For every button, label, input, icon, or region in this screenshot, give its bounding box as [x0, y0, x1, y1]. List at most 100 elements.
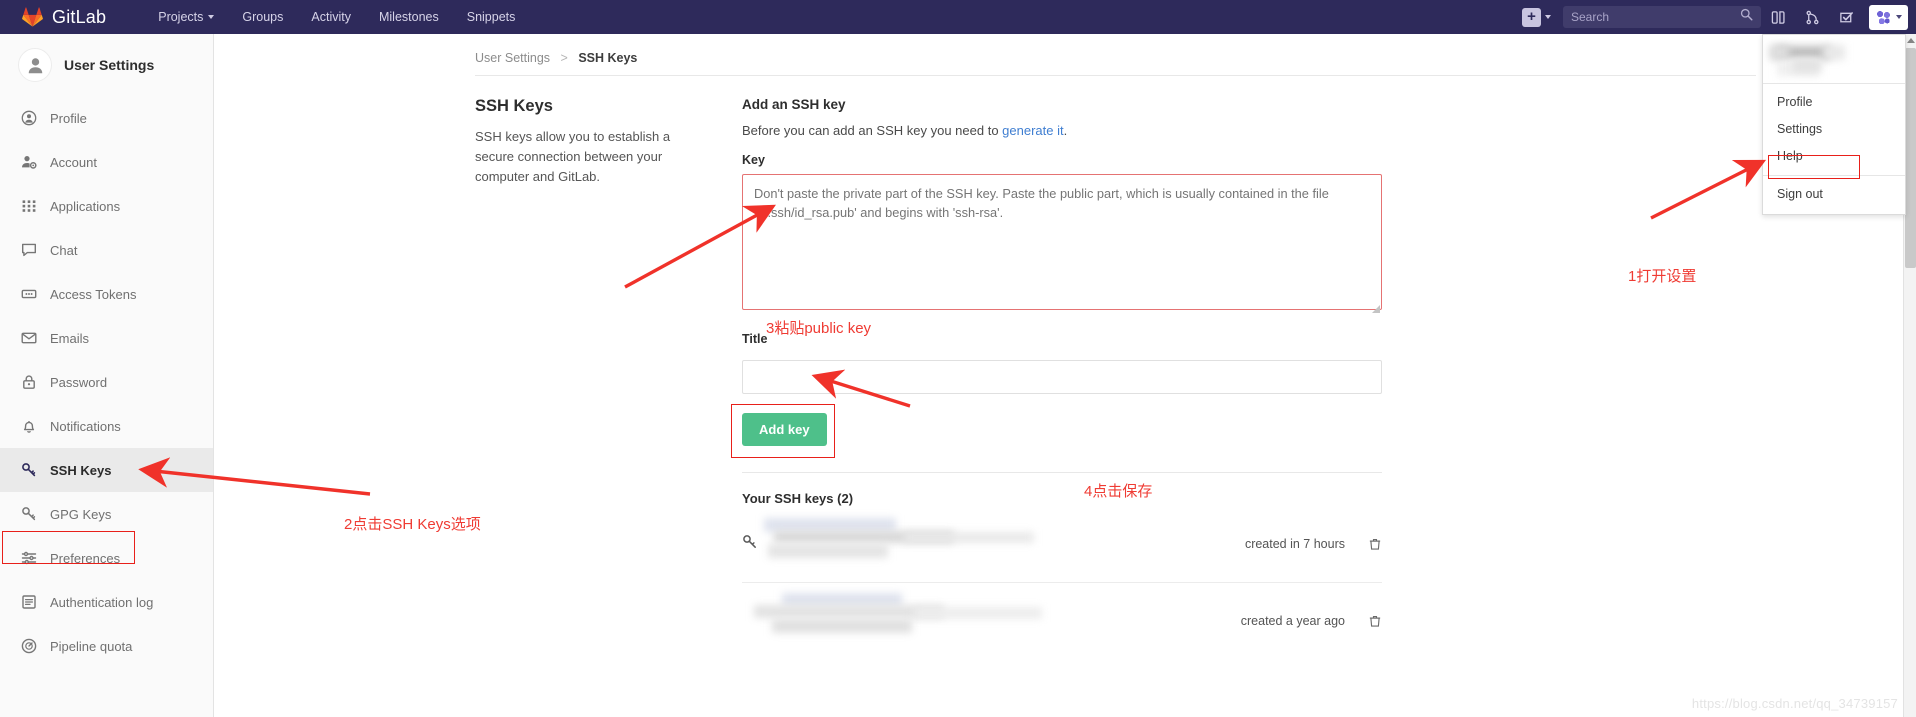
breadcrumb-separator: > — [560, 51, 568, 65]
table-row: created in 7 hours — [742, 506, 1382, 583]
sidebar-item-pipeline-quota[interactable]: Pipeline quota — [0, 624, 213, 668]
nav-link-projects[interactable]: Projects — [144, 0, 228, 34]
scroll-up-arrow-icon[interactable] — [1907, 38, 1915, 43]
page-title: SSH Keys — [475, 97, 553, 115]
generate-it-link[interactable]: generate it — [1002, 123, 1063, 138]
sidebar-item-chat[interactable]: Chat — [0, 228, 213, 272]
scrollbar-thumb[interactable] — [1905, 48, 1916, 268]
key-icon — [20, 462, 37, 479]
generate-key-hint-after: . — [1063, 123, 1068, 138]
issue-boards-icon[interactable] — [1761, 0, 1795, 34]
avatar — [1875, 8, 1892, 26]
sidebar-item-label: Password — [50, 374, 108, 390]
user-icon — [28, 57, 42, 73]
user-avatar-menu-button[interactable] — [1869, 4, 1908, 30]
ssh-keys-description-column: SSH Keys SSH keys allow you to establish… — [475, 97, 742, 659]
add-ssh-key-column: Add an SSH key Before you can add an SSH… — [731, 97, 1757, 659]
gauge-icon — [20, 638, 37, 655]
sidebar-title: User Settings — [64, 57, 155, 73]
your-ssh-keys-heading: Your SSH keys (2) — [742, 491, 854, 506]
sidebar-item-access-tokens[interactable]: Access Tokens — [0, 272, 213, 316]
sidebar-item-label: GPG Keys — [50, 506, 112, 522]
ssh-key-title-input[interactable] — [742, 360, 1382, 394]
gitlab-fox-icon — [22, 7, 43, 27]
sidebar-item-password[interactable]: Password — [0, 360, 213, 404]
blurred-key-title[interactable] — [754, 593, 1241, 643]
user-settings-sidebar: User Settings Profile Account Applicatio… — [0, 34, 214, 717]
sidebar-item-applications[interactable]: Applications — [0, 184, 213, 228]
generate-key-hint-before: Before you can add an SSH key you need t… — [742, 123, 1003, 138]
grid-dots-icon — [20, 198, 37, 215]
key-field-label: Key — [742, 153, 765, 167]
dropdown-user-identity — [1763, 35, 1905, 84]
sidebar-item-label: Authentication log — [50, 594, 154, 610]
dropdown-secondary-group: Sign out — [1763, 176, 1905, 213]
top-navbar: GitLab Projects Groups Activity Mileston… — [0, 0, 1916, 34]
blurred-key-title[interactable] — [764, 518, 1245, 566]
nav-link-projects-label: Projects — [158, 10, 204, 24]
trash-icon[interactable] — [1368, 537, 1382, 551]
key-icon — [742, 534, 764, 555]
sidebar-item-authentication-log[interactable]: Authentication log — [0, 580, 213, 624]
sidebar-item-ssh-keys[interactable]: SSH Keys — [0, 448, 213, 492]
user-dropdown-menu: Profile Settings Help Sign out — [1762, 34, 1906, 215]
search-icon — [1740, 8, 1753, 26]
todos-icon[interactable] — [1829, 0, 1863, 34]
blurred-handle2 — [1793, 59, 1821, 72]
nav-link-groups[interactable]: Groups — [228, 0, 297, 34]
sidebar-item-label: Profile — [50, 110, 87, 126]
plus-icon: + — [1527, 8, 1536, 25]
add-key-button-wrapper: Add key — [731, 404, 846, 458]
sidebar-item-label: Emails — [50, 330, 90, 346]
settings-content-row: SSH Keys SSH keys allow you to establish… — [214, 76, 1916, 659]
gitlab-logo[interactable]: GitLab — [22, 7, 106, 28]
sidebar-item-account[interactable]: Account — [0, 140, 213, 184]
sidebar-item-label: SSH Keys — [50, 462, 112, 478]
sidebar-item-emails[interactable]: Emails — [0, 316, 213, 360]
add-key-button[interactable]: Add key — [742, 413, 827, 446]
sidebar-item-profile[interactable]: Profile — [0, 96, 213, 140]
dropdown-item-help[interactable]: Help — [1763, 143, 1905, 170]
key-created-text: created a year ago — [1240, 614, 1345, 628]
chevron-down-icon — [208, 15, 215, 19]
breadcrumb-current: SSH Keys — [578, 51, 638, 65]
token-icon — [20, 286, 37, 303]
new-item-button[interactable]: + — [1522, 7, 1541, 27]
title-field-label: Title — [742, 332, 768, 346]
chat-bubble-icon — [20, 242, 37, 259]
lock-icon — [20, 374, 37, 391]
nav-link-activity[interactable]: Activity — [297, 0, 365, 34]
ssh-key-textarea[interactable] — [742, 174, 1382, 310]
dropdown-item-sign-out[interactable]: Sign out — [1763, 181, 1905, 208]
trash-icon[interactable] — [1368, 614, 1382, 628]
nav-links: Projects Groups Activity Milestones Snip… — [144, 0, 529, 34]
sidebar-item-label: Account — [50, 154, 97, 170]
new-item-chevron-icon[interactable] — [1545, 15, 1551, 19]
keys-section-divider — [742, 472, 1382, 473]
nav-link-milestones[interactable]: Milestones — [365, 0, 453, 34]
dropdown-item-profile[interactable]: Profile — [1763, 89, 1905, 116]
merge-requests-icon[interactable] — [1795, 0, 1829, 34]
main-content: User Settings > SSH Keys SSH Keys SSH ke… — [214, 34, 1916, 717]
dropdown-item-settings[interactable]: Settings — [1763, 116, 1905, 143]
envelope-icon — [20, 330, 37, 347]
sidebar-item-gpg-keys[interactable]: GPG Keys — [0, 492, 213, 536]
dropdown-primary-group: Profile Settings Help — [1763, 84, 1905, 175]
sidebar-item-notifications[interactable]: Notifications — [0, 404, 213, 448]
bell-icon — [20, 418, 37, 435]
search-input[interactable]: Search — [1563, 6, 1761, 28]
nav-link-snippets[interactable]: Snippets — [453, 0, 530, 34]
sidebar-item-label: Chat — [50, 242, 78, 258]
textarea-resize-handle[interactable] — [1372, 305, 1380, 313]
user-gear-icon — [20, 154, 37, 171]
sidebar-item-label: Applications — [50, 198, 121, 214]
sidebar-header: User Settings — [0, 34, 213, 96]
user-circle-icon — [20, 110, 37, 127]
breadcrumb-parent[interactable]: User Settings — [475, 51, 550, 65]
generate-key-hint: Before you can add an SSH key you need t… — [742, 123, 1757, 138]
table-row: created a year ago — [742, 583, 1382, 659]
search-placeholder: Search — [1571, 10, 1610, 24]
page-description: SSH keys allow you to establish a secure… — [475, 129, 671, 184]
breadcrumb: User Settings > SSH Keys — [214, 34, 1916, 65]
sidebar-item-preferences[interactable]: Preferences — [0, 536, 213, 580]
